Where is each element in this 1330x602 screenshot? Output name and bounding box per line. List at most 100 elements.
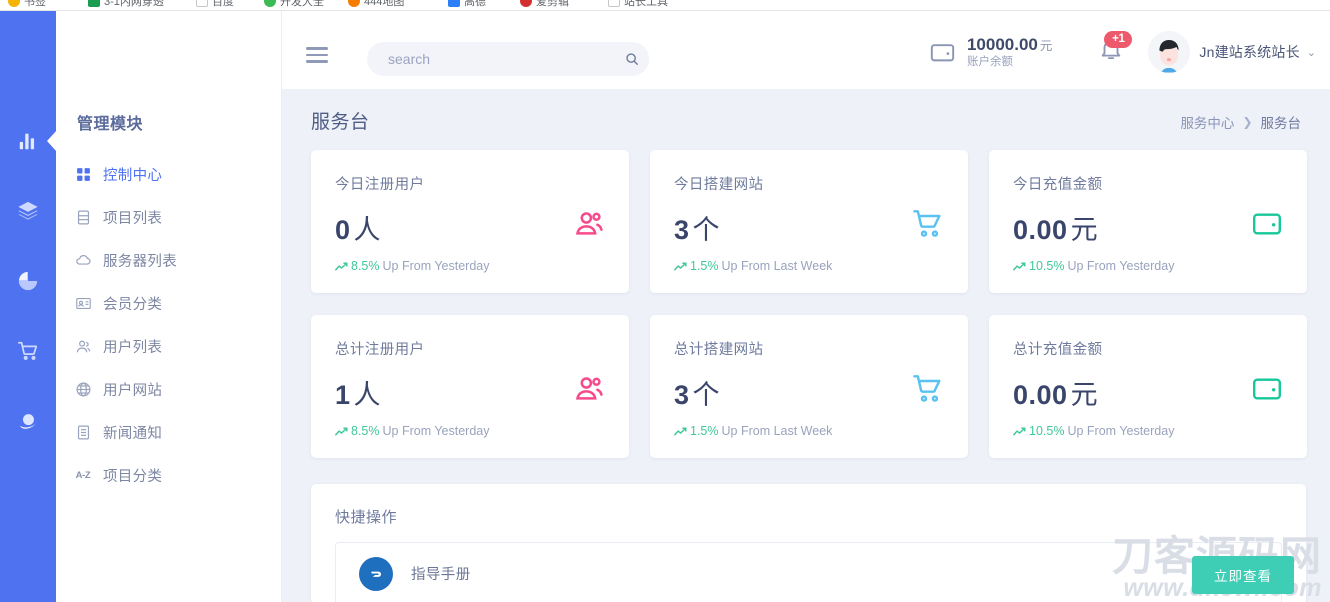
- stat-card-value: 0.00: [1013, 215, 1068, 245]
- balance-amount: 10000.00: [967, 35, 1038, 54]
- sidebar-item-project-category[interactable]: A-Z 项目分类: [74, 460, 274, 490]
- bookmark-label: 444地图: [364, 0, 404, 9]
- breadcrumb: 服务中心 ❯ 服务台: [1180, 112, 1301, 132]
- stat-card-trend: 10.5% Up From Yesterday: [1013, 424, 1174, 438]
- chevron-down-icon: ⌄: [1307, 46, 1316, 59]
- stat-card-trend-pct: 8.5%: [351, 424, 380, 438]
- sidebar-item-project-list[interactable]: 项目列表: [74, 202, 274, 232]
- cart-icon: [912, 373, 944, 405]
- trend-up-icon: [1013, 426, 1026, 437]
- stat-card-trend-pct: 8.5%: [351, 259, 380, 273]
- bookmark-item[interactable]: 444地图: [348, 0, 404, 9]
- quick-action-item[interactable]: 指导手册: [335, 542, 1282, 602]
- stat-card[interactable]: 今日注册用户 0人 8.5% Up From Yesterday: [311, 150, 629, 293]
- cart-icon: [912, 208, 944, 240]
- avatar-image: [1148, 31, 1190, 73]
- sidebar: 管理模块 控制中心 项目列表 服务器列表 会员分类 用户列表 用户网站: [56, 11, 282, 602]
- search-input[interactable]: [388, 51, 603, 67]
- stat-card-grid: 今日注册用户 0人 8.5% Up From Yesterday: [311, 150, 1306, 458]
- stat-card-trend: 8.5% Up From Yesterday: [335, 424, 490, 438]
- rail-item-analytics[interactable]: [0, 116, 56, 166]
- document-icon: [74, 423, 92, 441]
- bookmark-item[interactable]: 爱剪辑: [520, 0, 569, 9]
- stat-card-unit: 人: [354, 215, 382, 245]
- stat-card[interactable]: 总计充值金额 0.00元 10.5% Up From Yesterday: [989, 315, 1307, 458]
- users-icon: [573, 373, 605, 405]
- bookmark-label: 高德: [464, 0, 486, 9]
- bookmark-item[interactable]: 百度: [196, 0, 234, 9]
- rail-item-reports[interactable]: [0, 256, 56, 306]
- stat-card-trend-pct: 10.5%: [1029, 424, 1064, 438]
- sidebar-item-member-category[interactable]: 会员分类: [74, 288, 274, 318]
- hamburger-bar: [306, 47, 328, 50]
- stat-card-value: 3: [674, 380, 690, 410]
- breadcrumb-item-parent[interactable]: 服务中心: [1180, 112, 1234, 132]
- bookmark-favicon: [520, 0, 532, 7]
- sidebar-item-news-notice[interactable]: 新闻通知: [74, 417, 274, 447]
- account-balance[interactable]: 10000.00元 账户余额: [929, 34, 1052, 70]
- sidebar-item-user-websites[interactable]: 用户网站: [74, 374, 274, 404]
- bookmark-item[interactable]: 开发大全: [264, 0, 324, 9]
- breadcrumb-item-current: 服务台: [1261, 112, 1302, 132]
- stat-card[interactable]: 总计搭建网站 3个 1.5% Up From Last Week: [650, 315, 968, 458]
- page-header: 服务台 服务中心 ❯ 服务台: [282, 89, 1330, 151]
- rail-item-layers[interactable]: [0, 186, 56, 236]
- stat-card-trend-text: Up From Last Week: [722, 424, 833, 438]
- notifications-button[interactable]: +1: [1098, 37, 1124, 68]
- notification-badge: +1: [1104, 31, 1132, 48]
- wallet-icon: [929, 39, 956, 66]
- view-now-button[interactable]: 立即查看: [1192, 556, 1294, 594]
- user-menu[interactable]: Jn建站系统站长 ⌄: [1148, 31, 1316, 73]
- stat-card-value: 1: [335, 380, 351, 410]
- stat-card-trend: 8.5% Up From Yesterday: [335, 259, 490, 273]
- user-name: Jn建站系统站长: [1199, 42, 1299, 62]
- search-button[interactable]: [615, 42, 649, 76]
- sidebar-item-label: 控制中心: [103, 164, 162, 185]
- quick-actions-panel: 快捷操作 指导手册: [311, 484, 1306, 602]
- rail-item-network[interactable]: [0, 396, 56, 446]
- stat-card-trend-text: Up From Yesterday: [383, 424, 490, 438]
- stat-card-trend-text: Up From Yesterday: [1067, 424, 1174, 438]
- avatar: [1148, 31, 1190, 73]
- stat-card-trend: 10.5% Up From Yesterday: [1013, 259, 1174, 273]
- id-card-icon: [74, 294, 92, 312]
- stat-card-title: 总计注册用户: [335, 338, 605, 359]
- sidebar-item-label: 项目列表: [103, 207, 162, 228]
- sidebar-item-control-center[interactable]: 控制中心: [74, 159, 274, 189]
- bookmark-item[interactable]: 书签: [8, 0, 46, 9]
- stat-card-unit: 元: [1071, 215, 1099, 245]
- manual-icon: [359, 557, 393, 591]
- rail-item-orders[interactable]: [0, 326, 56, 376]
- stat-card-unit: 元: [1071, 380, 1099, 410]
- sidebar-item-server-list[interactable]: 服务器列表: [74, 245, 274, 275]
- bookmark-item[interactable]: 高德: [448, 0, 486, 9]
- stat-card-unit: 个: [693, 380, 721, 410]
- sidebar-item-user-list[interactable]: 用户列表: [74, 331, 274, 361]
- trend-up-icon: [335, 261, 348, 272]
- stat-card-value-row: 3个: [674, 208, 720, 247]
- stat-card-value-row: 0人: [335, 208, 381, 247]
- bookmark-item[interactable]: 站长工具: [608, 0, 668, 9]
- bookmark-item[interactable]: 3-1内网穿透: [88, 0, 164, 9]
- stat-card-trend-pct: 10.5%: [1029, 259, 1064, 273]
- bookmark-label: 爱剪辑: [536, 0, 569, 9]
- sidebar-item-label: 服务器列表: [103, 250, 177, 271]
- trend-up-icon: [674, 426, 687, 437]
- stat-card[interactable]: 今日搭建网站 3个 1.5% Up From Last Week: [650, 150, 968, 293]
- sidebar-section-title: 管理模块: [77, 110, 143, 134]
- stat-card-value-row: 0.00元: [1013, 373, 1098, 412]
- stat-card[interactable]: 今日充值金额 0.00元 10.5% Up From Yesterday: [989, 150, 1307, 293]
- stat-card[interactable]: 总计注册用户 1人 8.5% Up From Yesterday: [311, 315, 629, 458]
- stat-card-trend: 1.5% Up From Last Week: [674, 424, 832, 438]
- stat-card-trend-text: Up From Yesterday: [1067, 259, 1174, 273]
- stat-card-value: 0: [335, 215, 351, 245]
- stat-card-trend-pct: 1.5%: [690, 259, 719, 273]
- bookmark-label: 开发大全: [280, 0, 324, 9]
- sidebar-item-label: 会员分类: [103, 293, 162, 314]
- stat-card-trend-text: Up From Last Week: [722, 259, 833, 273]
- az-icon: A-Z: [74, 466, 92, 484]
- cloud-icon: [74, 251, 92, 269]
- browser-bookmark-bar: 书签 3-1内网穿透 百度 开发大全 444地图 高德 爱剪辑 站长工具: [0, 0, 1330, 11]
- menu-toggle-button[interactable]: [306, 47, 328, 63]
- search-icon: [625, 52, 639, 66]
